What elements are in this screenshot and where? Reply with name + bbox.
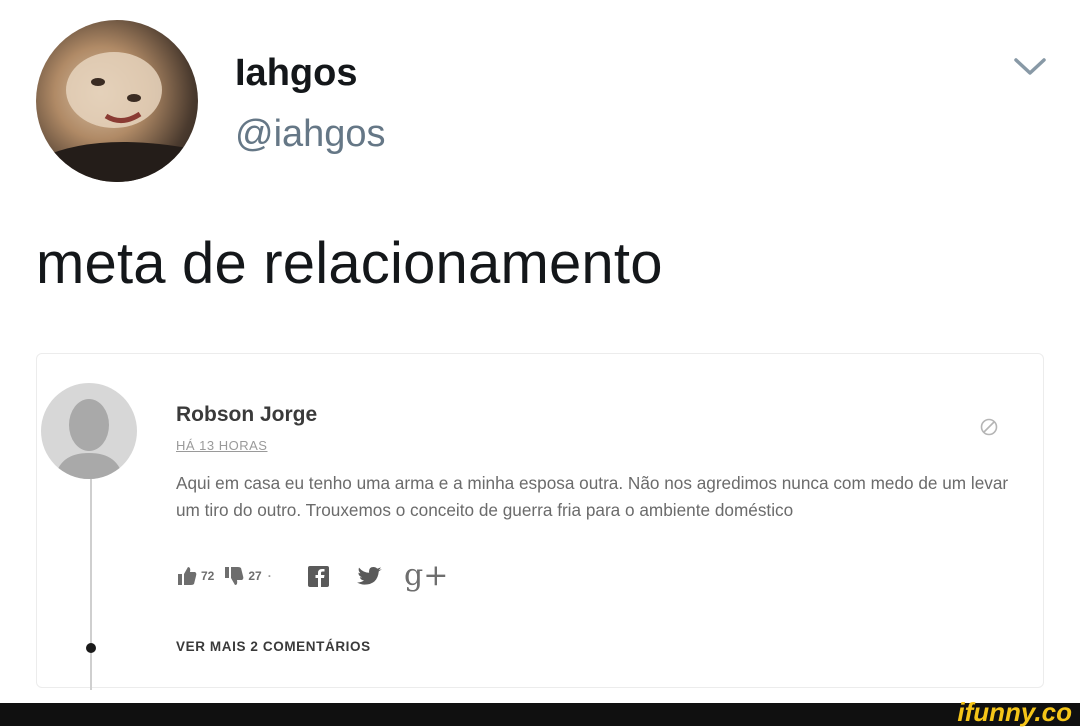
chevron-down-icon[interactable] — [1010, 52, 1050, 80]
footer-bar: ifunny.co — [0, 697, 1080, 727]
comment-timestamp[interactable]: HÁ 13 HORAS — [176, 438, 267, 453]
comment-actions: 72 27 · — [176, 562, 275, 590]
user-handle[interactable]: @iahgos — [235, 113, 386, 156]
dislike-count: 27 — [248, 569, 262, 583]
thread-dot — [86, 643, 96, 653]
thumbs-down-icon[interactable] — [223, 565, 245, 587]
facebook-icon[interactable] — [306, 562, 332, 590]
user-silhouette-icon — [55, 399, 123, 479]
like-count: 72 — [201, 569, 215, 583]
google-plus-icon[interactable]: g+ — [404, 558, 448, 593]
avatar-photo — [36, 52, 198, 182]
brand-watermark: ifunny.co — [957, 697, 1072, 727]
report-icon[interactable] — [979, 417, 999, 437]
twitter-icon[interactable] — [355, 562, 385, 590]
profile-avatar[interactable] — [36, 20, 198, 182]
thread-line — [90, 476, 92, 690]
google-plus-label: g+ — [404, 558, 449, 593]
separator: · — [267, 569, 272, 583]
commenter-avatar[interactable] — [41, 383, 137, 479]
display-name[interactable]: Iahgos — [235, 52, 357, 95]
thumbs-up-icon[interactable] — [176, 565, 198, 587]
tweet-text: meta de relacionamento — [36, 231, 663, 296]
more-comments-link[interactable]: VER MAIS 2 COMENTÁRIOS — [176, 639, 371, 654]
comment-author[interactable]: Robson Jorge — [176, 403, 317, 427]
comment-text: Aqui em casa eu tenho uma arma e a minha… — [176, 473, 1009, 520]
